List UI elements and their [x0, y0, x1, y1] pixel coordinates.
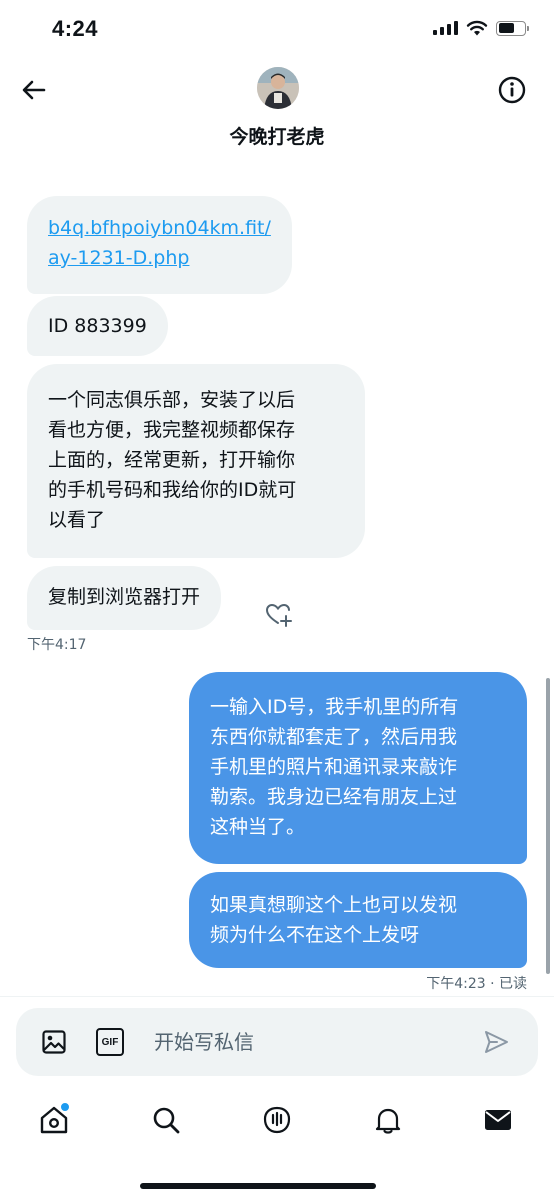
received-message[interactable]: 复制到浏览器打开 — [27, 566, 222, 630]
status-bar: 4:24 — [0, 0, 554, 60]
message-timestamp: 下午4:17 — [27, 637, 87, 653]
message-text-line: 东西你就都套走了，然后用我 — [210, 726, 458, 748]
message-text-line: ID 883399 — [48, 315, 147, 337]
message-text-line: 的手机号码和我给你的ID就可 — [48, 479, 297, 501]
bottom-tab-bar — [0, 1090, 554, 1160]
message-text-line: 勒索。我身边已经有朋友上过 — [210, 786, 458, 808]
gif-icon[interactable]: GIF — [96, 1028, 124, 1056]
home-indicator — [140, 1183, 376, 1189]
message-text-line: 上面的，经常更新，打开输你 — [48, 449, 296, 471]
message-text-line: 一输入ID号，我手机里的所有 — [210, 696, 459, 718]
status-icons — [433, 20, 529, 36]
received-message[interactable]: 一个同志俱乐部，安装了以后 看也方便，我完整视频都保存 上面的，经常更新，打开输… — [27, 364, 365, 558]
message-text-line: 如果真想聊这个上也可以发视 — [210, 894, 458, 916]
conversation-header: 今晚打老虎 — [0, 60, 554, 160]
send-icon[interactable] — [482, 1028, 510, 1056]
received-message[interactable]: ID 883399 — [27, 296, 168, 356]
gif-label: GIF — [101, 1036, 119, 1048]
scrollbar[interactable] — [546, 678, 550, 974]
status-time: 4:24 — [52, 16, 99, 41]
read-receipt: 下午4:23 · 已读 — [426, 976, 527, 992]
image-icon[interactable] — [40, 1028, 68, 1056]
home-notification-dot — [60, 1102, 70, 1112]
message-composer: GIF — [16, 1008, 538, 1076]
sent-message[interactable]: 一输入ID号，我手机里的所有 东西你就都套走了，然后用我 手机里的照片和通讯录来… — [189, 672, 527, 864]
avatar[interactable] — [257, 67, 299, 109]
message-text-line: 复制到浏览器打开 — [48, 586, 201, 608]
back-arrow-icon[interactable] — [18, 74, 50, 106]
message-text-line: 频为什么不在这个上发呀 — [210, 924, 420, 946]
message-text-line: 看也方便，我完整视频都保存 — [48, 419, 296, 441]
message-text-line: 一个同志俱乐部，安装了以后 — [48, 389, 296, 411]
message-text-line: 以看了 — [48, 509, 106, 531]
notifications-icon[interactable] — [372, 1104, 404, 1136]
received-message-link[interactable]: b4q.bfhpoiybn04km.fit/ ay-1231-D.php — [27, 196, 292, 294]
wifi-icon — [466, 20, 488, 36]
message-list[interactable]: b4q.bfhpoiybn04km.fit/ ay-1231-D.php ID … — [0, 160, 554, 996]
cellular-signal-icon — [433, 21, 458, 35]
info-icon[interactable] — [496, 74, 528, 106]
search-icon[interactable] — [150, 1104, 182, 1136]
add-reaction-icon[interactable] — [262, 598, 294, 630]
message-link-line[interactable]: b4q.bfhpoiybn04km.fit/ — [48, 213, 271, 243]
battery-icon — [496, 20, 529, 36]
divider — [0, 996, 554, 997]
message-text-line: 手机里的照片和通讯录来敲诈 — [210, 756, 458, 778]
message-input[interactable] — [154, 1026, 454, 1058]
sent-message[interactable]: 如果真想聊这个上也可以发视 频为什么不在这个上发呀 — [189, 872, 527, 968]
messages-icon[interactable] — [482, 1104, 514, 1136]
spaces-icon[interactable] — [261, 1104, 293, 1136]
contact-name[interactable]: 今晚打老虎 — [0, 122, 554, 149]
message-link-line[interactable]: ay-1231-D.php — [48, 243, 271, 273]
message-text-line: 这种当了。 — [210, 816, 306, 838]
